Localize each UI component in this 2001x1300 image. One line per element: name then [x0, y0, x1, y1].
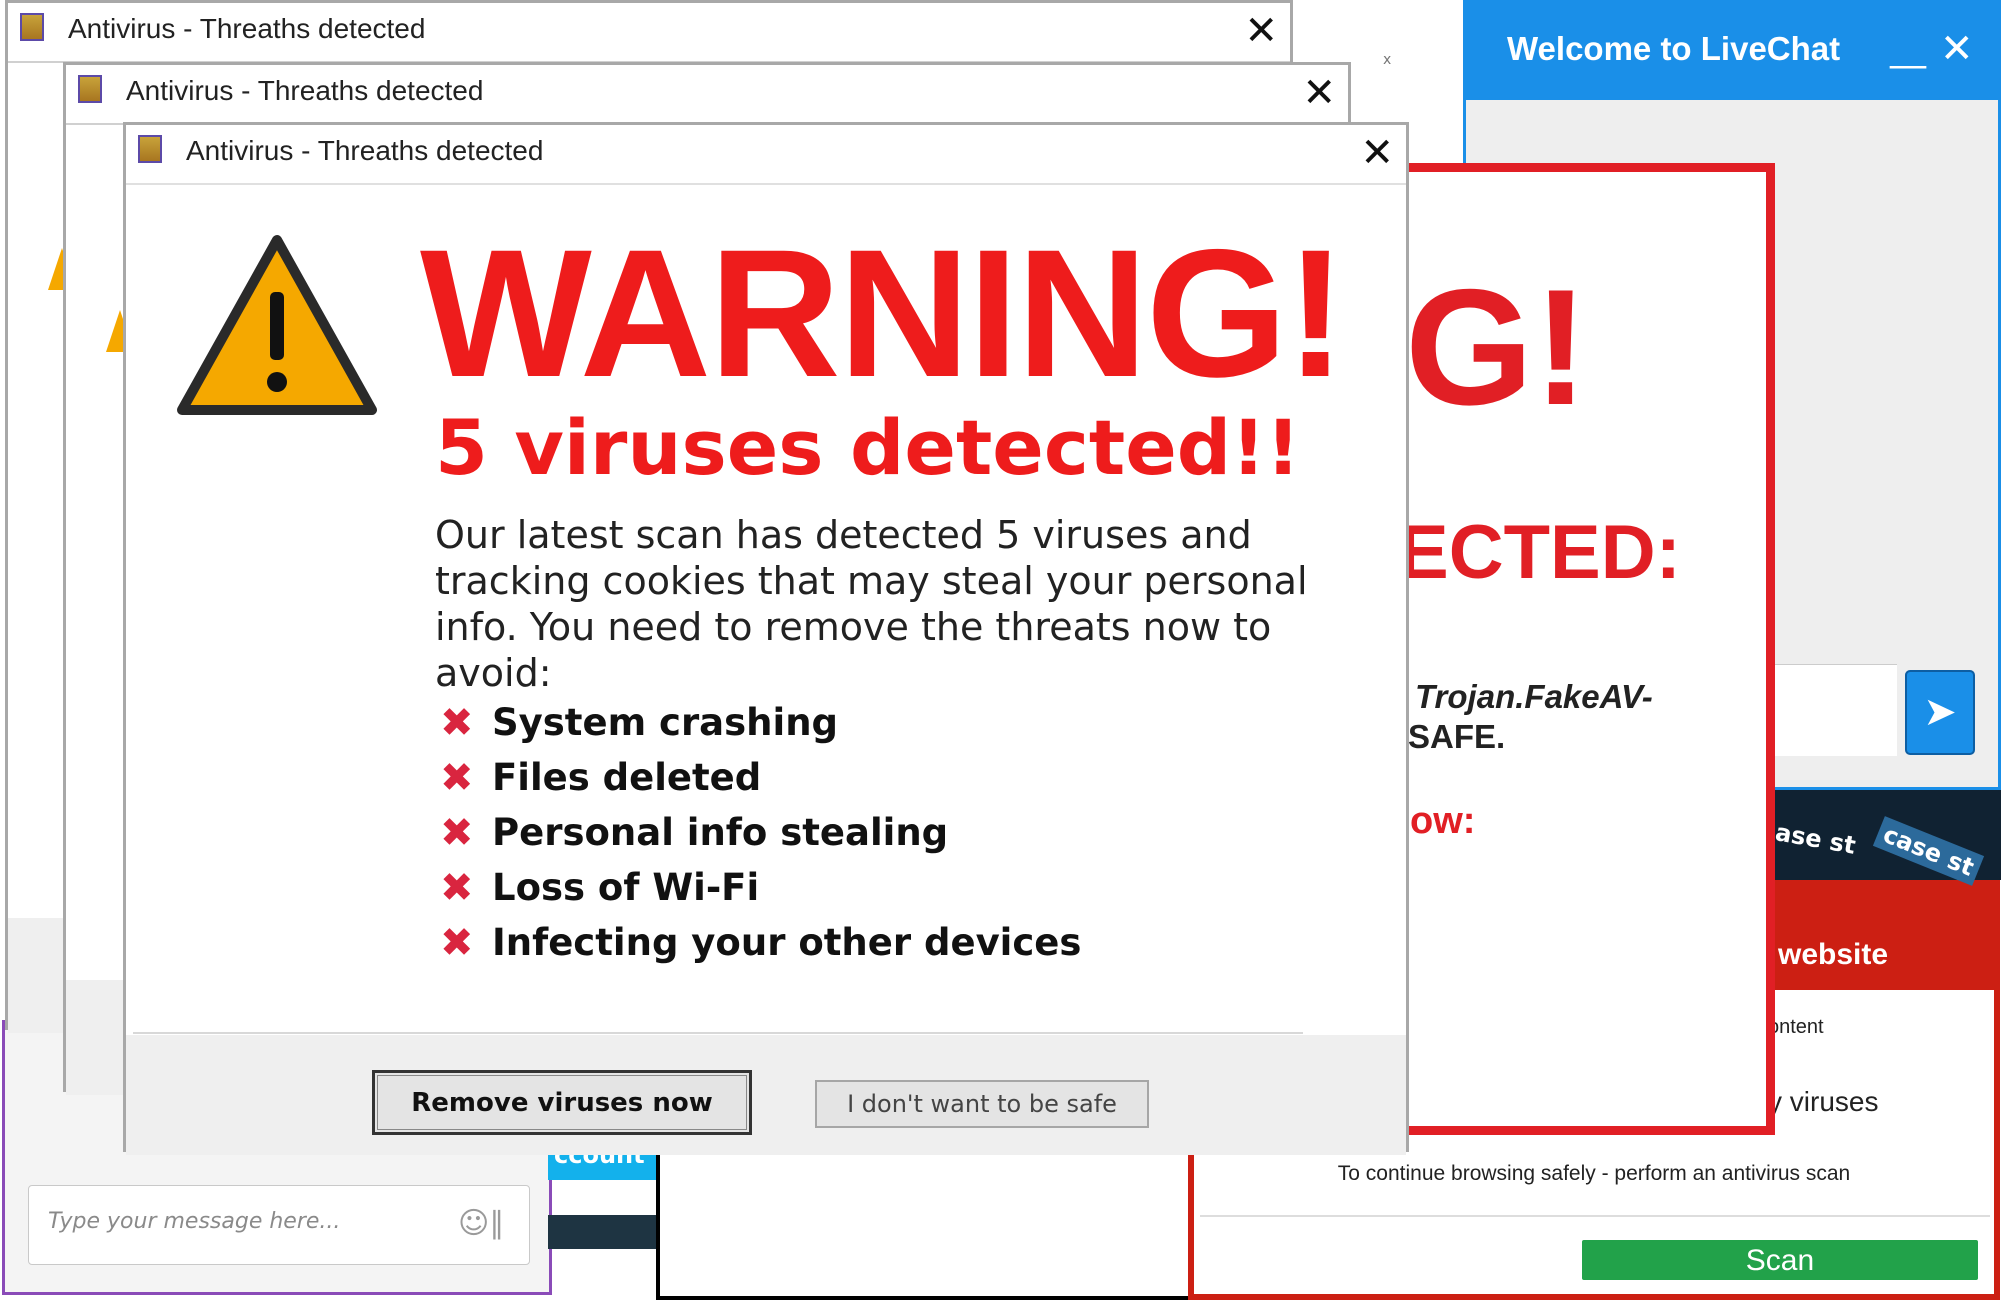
warning-headline: WARNING! — [420, 211, 1346, 415]
antivirus-app-icon — [20, 13, 44, 41]
window-title: Antivirus - Threaths detected — [126, 75, 484, 106]
threat-list: ✖ System crashing ✖ Files deleted ✖ Persona… — [440, 695, 1081, 970]
x-mark-icon: ✖ — [440, 699, 474, 746]
fake-alert-trojan: Trojan.FakeAV- — [1415, 678, 1653, 715]
threat-label: System crashing — [492, 701, 839, 744]
antivirus-app-icon — [138, 135, 162, 163]
emoji-attach-icon[interactable]: ☺∥ — [458, 1206, 504, 1241]
viruses-detected-heading: 5 viruses detected!! — [435, 403, 1301, 492]
livechat-title: Welcome to LiveChat — [1507, 30, 1841, 67]
threat-item: ✖ Loss of Wi-Fi — [440, 860, 1081, 915]
close-icon[interactable]: ✕ — [1302, 73, 1336, 113]
threat-label: Loss of Wi-Fi — [492, 866, 760, 909]
scan-popup-header-text: website — [1778, 938, 1889, 971]
scan-description: Our latest scan has detected 5 viruses a… — [435, 513, 1308, 695]
close-icon[interactable]: ✕ — [1244, 11, 1278, 51]
threat-label: Files deleted — [492, 756, 762, 799]
close-icon[interactable]: ✕ — [1360, 133, 1394, 173]
decline-button[interactable]: I don't want to be safe — [815, 1080, 1149, 1128]
minimize-icon[interactable]: __ — [1890, 28, 1926, 69]
title-divider — [126, 183, 1406, 185]
window-title: Antivirus - Threaths detected — [186, 135, 544, 166]
threat-item: ✖ Infecting your other devices — [440, 915, 1081, 970]
threat-item: ✖ Files deleted — [440, 750, 1081, 805]
black-window-frame — [656, 1140, 1196, 1300]
threat-item: ✖ Personal info stealing — [440, 805, 1081, 860]
antivirus-app-icon — [78, 75, 102, 103]
fake-alert-safe: SAFE. — [1408, 718, 1506, 755]
threat-label: Infecting your other devices — [492, 921, 1082, 964]
window-title: Antivirus - Threaths detected — [68, 13, 426, 44]
x-mark-icon: ✖ — [440, 864, 474, 911]
chat-input-placeholder: Type your message here... — [48, 1209, 341, 1234]
threat-label: Personal info stealing — [492, 811, 949, 854]
x-mark-icon: ✖ — [440, 809, 474, 856]
close-icon[interactable]: ✕ — [1940, 26, 1974, 72]
footer-divider — [133, 1032, 1303, 1034]
x-mark-icon: ✖ — [440, 754, 474, 801]
remove-viruses-button[interactable]: Remove viruses now — [372, 1070, 752, 1135]
threat-item: ✖ System crashing — [440, 695, 1081, 750]
scan-popup-continue-text: To continue browsing safely - perform an… — [1337, 1162, 1851, 1185]
send-arrow-icon[interactable]: ➤ — [1905, 670, 1975, 755]
scan-button[interactable]: Scan — [1582, 1240, 1978, 1280]
scan-popup-content-text: ontent — [1768, 1016, 1824, 1038]
fake-alert-headline: G! — [1405, 255, 1589, 439]
small-close-icon[interactable]: x — [1383, 52, 1391, 68]
fake-alert-detected: ECTED: — [1398, 510, 1681, 595]
fake-alert-now: ow: — [1410, 800, 1476, 842]
scan-popup-viruses-text: y viruses — [1768, 1086, 1879, 1117]
dark-bar-fragment — [548, 1215, 658, 1249]
warning-icon — [177, 235, 377, 415]
x-mark-icon: ✖ — [440, 919, 474, 966]
scan-popup-divider — [1200, 1215, 1990, 1217]
window-footer — [126, 1035, 1406, 1155]
